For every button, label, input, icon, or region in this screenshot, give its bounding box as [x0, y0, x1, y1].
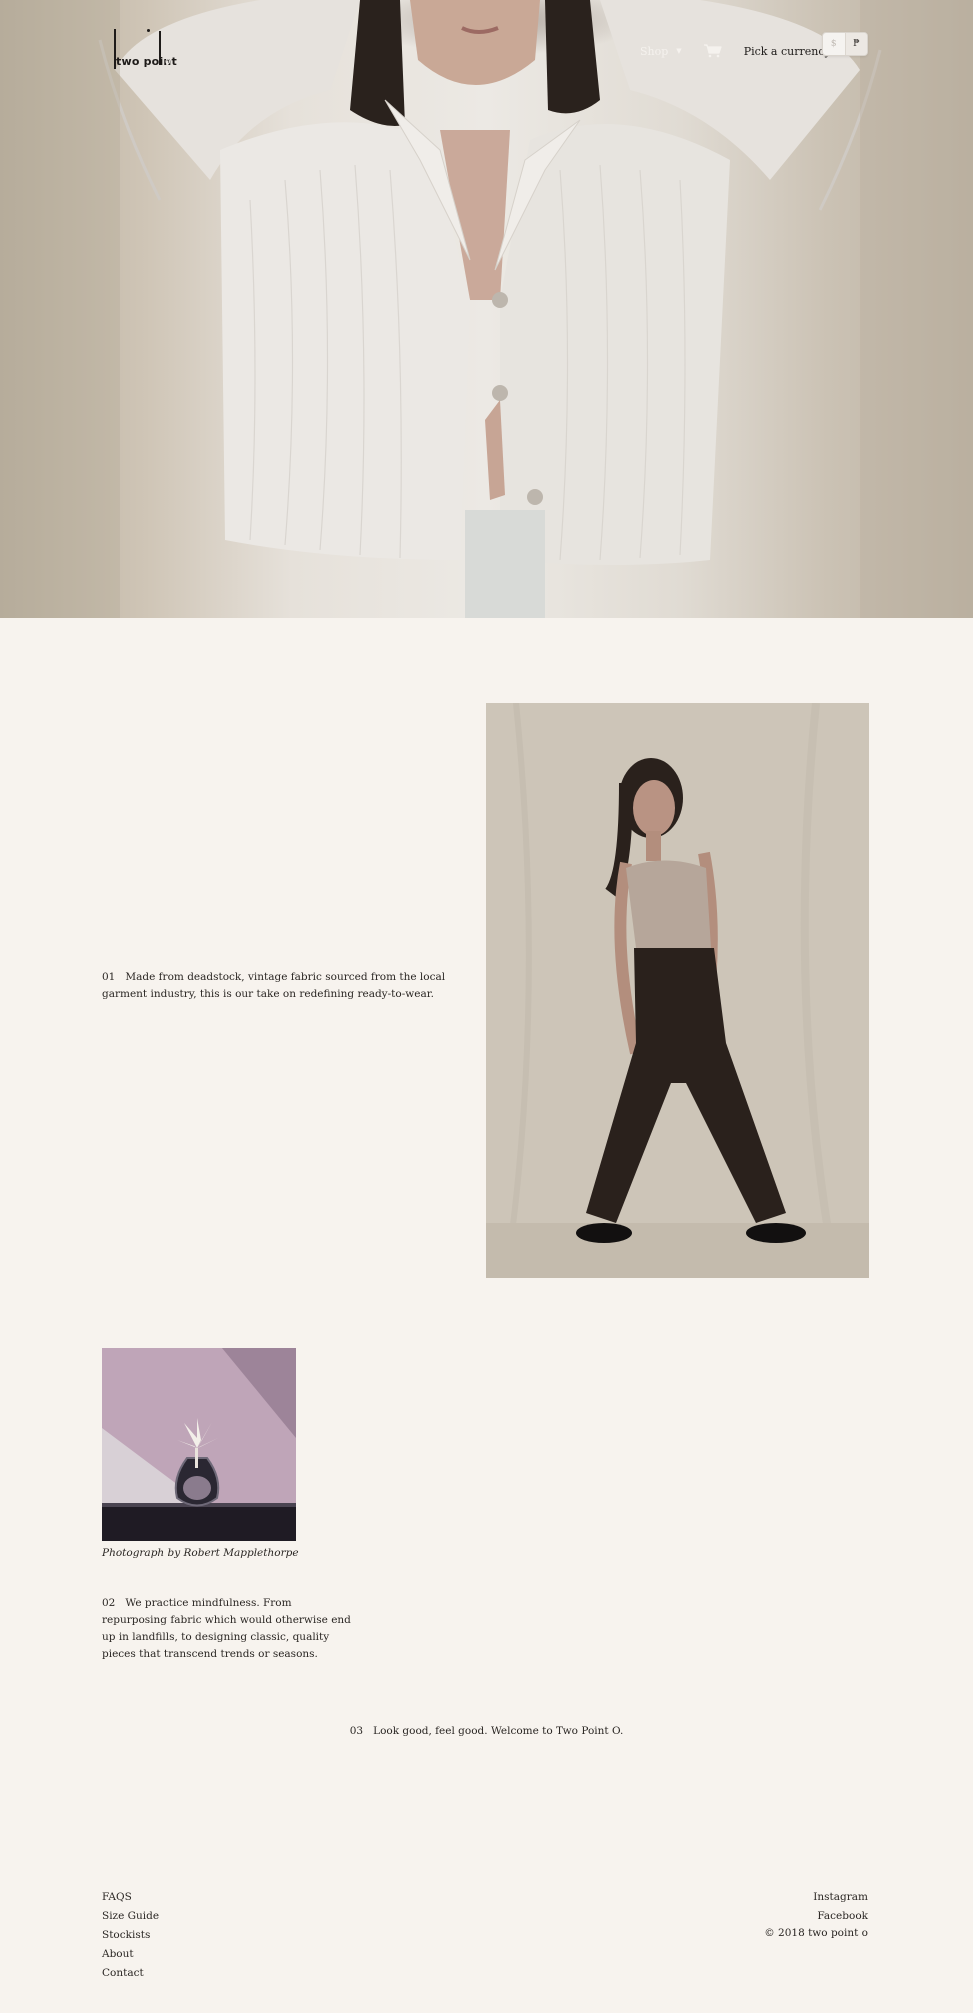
section-number: 02	[102, 1597, 116, 1609]
cart-icon[interactable]	[703, 44, 722, 58]
model-photo-art	[486, 703, 869, 1278]
footer-link-facebook[interactable]: Facebook	[817, 1907, 868, 1926]
nav-shop[interactable]: Shop ▼	[640, 45, 682, 58]
footer-link-size-guide[interactable]: Size Guide	[102, 1907, 159, 1926]
footer-links: FAQS Size Guide Stockists About Contact	[102, 1888, 159, 1983]
photo-caption: Photograph by Robert Mapplethorpe	[102, 1547, 299, 1559]
section-body: We practice mindfulness. From repurposin…	[102, 1597, 351, 1660]
footer-link-instagram[interactable]: Instagram	[813, 1888, 868, 1907]
chevron-down-icon: ▼	[676, 47, 682, 55]
logo-dot	[147, 29, 150, 32]
vase-photo	[102, 1348, 296, 1541]
section-body: Made from deadstock, vintage fabric sour…	[102, 971, 446, 1000]
footer-link-faqs[interactable]: FAQS	[102, 1888, 159, 1907]
section-03-text: 03 Look good, feel good. Welcome to Two …	[0, 1725, 973, 1737]
section-number: 03	[349, 1725, 364, 1737]
hero-image	[0, 0, 973, 618]
footer-link-about[interactable]: About	[102, 1945, 159, 1964]
footer-link-contact[interactable]: Contact	[102, 1964, 159, 1983]
model-photo	[486, 703, 869, 1278]
footer-link-stockists[interactable]: Stockists	[102, 1926, 159, 1945]
currency-option-usd[interactable]: $	[823, 33, 845, 55]
currency-label: Pick a currency:	[743, 44, 835, 58]
section-01-text: 01 Made from deadstock, vintage fabric s…	[102, 969, 462, 1003]
nav-shop-label: Shop	[640, 44, 669, 58]
footer-social: Instagram Facebook © 2018 two point o	[764, 1888, 868, 1940]
section-body: Look good, feel good. Welcome to Two Poi…	[373, 1725, 624, 1737]
currency-option-php[interactable]: ₱	[844, 33, 867, 55]
brand-logo[interactable]: two point o	[112, 27, 177, 71]
section-number: 01	[102, 971, 116, 983]
hero-banner: two point o Shop ▼ Pick a currency: $ ₱	[0, 0, 973, 618]
section-02-text: 02 We practice mindfulness. From repurpo…	[102, 1595, 352, 1663]
copyright-text: © 2018 two point o	[764, 1927, 868, 1939]
logo-suffix: o	[165, 57, 171, 67]
vase-photo-art	[102, 1348, 296, 1541]
main-nav: Shop ▼ Pick a currency:	[640, 44, 834, 58]
currency-toggle[interactable]: $ ₱	[822, 32, 868, 56]
